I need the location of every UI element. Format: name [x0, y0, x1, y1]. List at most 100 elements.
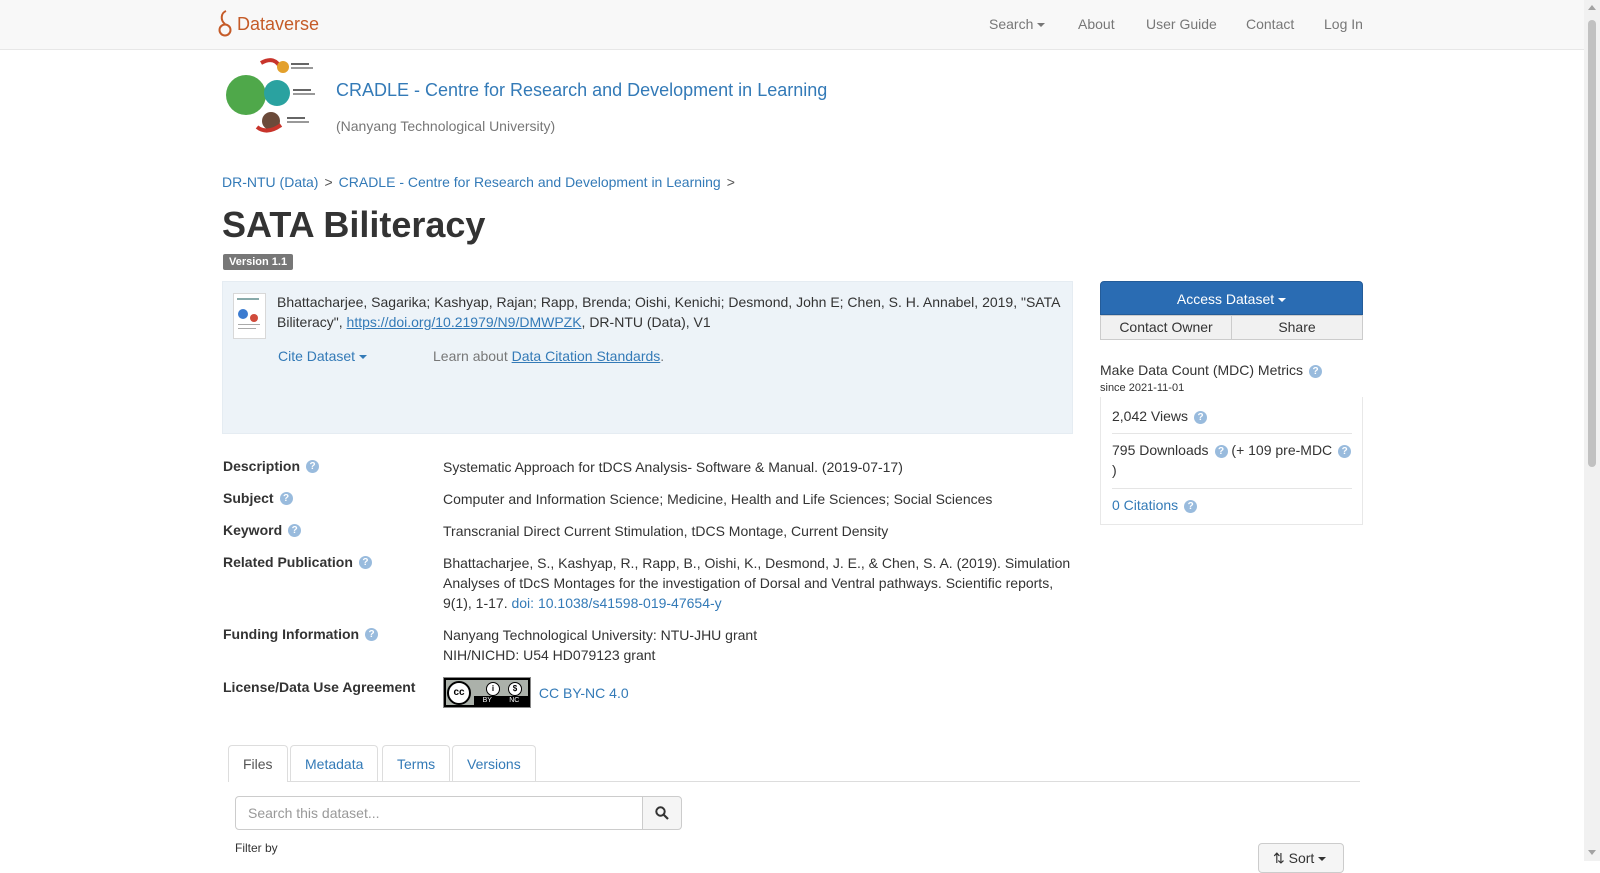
cite-dataset-label: Cite Dataset [278, 348, 356, 364]
dataverse-affiliation: (Nanyang Technological University) [336, 118, 556, 134]
dataverse-title-link[interactable]: CRADLE - Centre for Research and Develop… [336, 80, 827, 101]
access-dataset-button[interactable]: Access Dataset [1100, 281, 1363, 315]
nav-about[interactable]: About [1078, 16, 1115, 32]
pre-mdc-close: ) [1112, 462, 1117, 478]
help-icon[interactable]: ? [1338, 444, 1352, 458]
citation-box: Bhattacharjee, Sagarika; Kashyap, Rajan;… [222, 281, 1073, 434]
learn-prefix: Learn about [433, 348, 512, 364]
downloads-text: 795 Downloads [1112, 442, 1209, 458]
publication-doi-link[interactable]: doi: 10.1038/s41598-019-47654-y [511, 595, 721, 611]
funding-label: Funding Information? [223, 626, 379, 642]
nav-search-label: Search [989, 16, 1034, 32]
cc-by-nc-badge[interactable]: cc i $ BY NC [443, 677, 531, 708]
scroll-up-arrow-icon[interactable] [1588, 5, 1596, 10]
scroll-down-arrow-icon[interactable] [1588, 850, 1596, 855]
caret-down-icon [1278, 298, 1287, 303]
access-dataset-label: Access Dataset [1176, 291, 1275, 307]
nav-login[interactable]: Log In [1324, 16, 1363, 32]
related-publication-label-text: Related Publication [223, 554, 353, 570]
breadcrumb: DR-NTU (Data) > CRADLE - Centre for Resear… [222, 174, 741, 190]
badge-strip: BY NC [474, 696, 528, 705]
help-icon[interactable]: ? [306, 459, 320, 473]
cc-icon: cc [447, 681, 471, 705]
help-icon[interactable]: ? [1309, 364, 1323, 378]
tab-metadata[interactable]: Metadata [290, 745, 379, 781]
dataset-title: SATA Biliteracy [222, 204, 486, 245]
breadcrumb-dataverse-link[interactable]: CRADLE - Centre for Research and Develop… [339, 174, 721, 190]
keyword-value: Transcranial Direct Current Stimulation,… [443, 523, 889, 539]
person-icon: i [486, 682, 500, 696]
downloads-metric: 795 Downloads? (+ 109 pre-MDC?) [1112, 440, 1352, 480]
license-link[interactable]: CC BY-NC 4.0 [539, 685, 629, 701]
funding-line: NIH/NICHD: U54 HD079123 grant [443, 647, 656, 663]
views-metric: 2,042 Views? [1112, 406, 1352, 426]
badge-nc: NC [509, 697, 520, 704]
cite-dataset-dropdown[interactable]: Cite Dataset [278, 348, 368, 364]
brand-link[interactable]: Dataverse [218, 9, 319, 39]
breadcrumb-separator: > [726, 174, 735, 190]
version-badge: Version 1.1 [223, 254, 294, 270]
dataset-tabs: Files Metadata Terms Versions [228, 745, 1360, 782]
divider [1112, 433, 1352, 434]
subject-label: Subject? [223, 490, 293, 506]
data-citation-standards-link[interactable]: Data Citation Standards [512, 348, 661, 364]
dataset-search-button[interactable] [642, 796, 682, 830]
related-publication-value: Bhattacharjee, S., Kashyap, R., Rapp, B.… [443, 553, 1073, 613]
subject-label-text: Subject [223, 490, 274, 506]
funding-value: Nanyang Technological University: NTU-JH… [443, 625, 1073, 665]
related-publication-label: Related Publication? [223, 554, 372, 570]
help-icon[interactable]: ? [279, 491, 293, 505]
citations-link[interactable]: 0 Citations [1112, 497, 1178, 513]
mdc-title-text: Make Data Count (MDC) Metrics [1100, 362, 1304, 378]
citations-metric: 0 Citations? [1112, 495, 1352, 515]
tab-terms[interactable]: Terms [382, 745, 451, 781]
mdc-since: since 2021-11-01 [1100, 382, 1185, 394]
license-label: License/Data Use Agreement [223, 679, 416, 695]
keyword-label: Keyword? [223, 522, 302, 538]
breadcrumb-separator: > [324, 174, 333, 190]
sort-label: Sort [1288, 850, 1315, 866]
help-icon[interactable]: ? [365, 627, 379, 641]
mdc-metrics-box: 2,042 Views? 795 Downloads? (+ 109 pre-M… [1100, 397, 1363, 525]
help-icon[interactable]: ? [1184, 499, 1198, 513]
breadcrumb-root-link[interactable]: DR-NTU (Data) [222, 174, 318, 190]
contact-owner-button[interactable]: Contact Owner [1100, 315, 1232, 340]
description-label: Description? [223, 458, 320, 474]
top-navbar: Dataverse Search About User Guide Contac… [0, 0, 1584, 50]
help-icon[interactable]: ? [1194, 410, 1208, 424]
help-icon[interactable]: ? [288, 523, 302, 537]
nav-contact[interactable]: Contact [1246, 16, 1294, 32]
license-value: cc i $ BY NC CC BY-NC 4.0 [443, 677, 1073, 708]
share-button[interactable]: Share [1232, 315, 1363, 340]
description-label-text: Description [223, 458, 301, 474]
brand-name: Dataverse [237, 13, 320, 34]
citation-learn-text: Learn about Data Citation Standards. [433, 348, 664, 364]
divider [1112, 488, 1352, 489]
page-scrollbar[interactable] [1584, 0, 1600, 861]
scrollbar-thumb[interactable] [1588, 20, 1596, 467]
citation-publisher: , DR-NTU (Data), V1 [581, 314, 711, 330]
pre-mdc-text: (+ 109 pre-MDC [1231, 442, 1333, 458]
subject-value: Computer and Information Science; Medici… [443, 491, 993, 507]
doi-link[interactable]: https://doi.org/10.21979/N9/DMWPZK [347, 314, 582, 330]
description-value: Systematic Approach for tDCS Analysis- S… [443, 459, 903, 475]
cradle-logo[interactable] [223, 55, 319, 135]
tab-versions[interactable]: Versions [452, 745, 536, 781]
sort-dropdown-button[interactable]: ⇅ Sort [1258, 843, 1344, 873]
search-icon [655, 806, 669, 820]
badge-by: BY [482, 697, 492, 704]
non-commercial-icon: $ [508, 682, 522, 696]
nav-user-guide[interactable]: User Guide [1146, 16, 1217, 32]
caret-down-icon [1037, 23, 1046, 28]
views-text: 2,042 Views [1112, 408, 1189, 424]
help-icon[interactable]: ? [358, 555, 372, 569]
funding-label-text: Funding Information [223, 626, 360, 642]
action-button-group: Contact Owner Share [1100, 315, 1363, 340]
nav-search-dropdown[interactable]: Search [989, 16, 1046, 32]
help-icon[interactable]: ? [1214, 444, 1228, 458]
caret-down-icon [359, 355, 368, 360]
filter-by-label: Filter by [235, 841, 278, 855]
mdc-metrics-title: Make Data Count (MDC) Metrics? [1100, 362, 1323, 378]
tab-files[interactable]: Files [228, 745, 288, 782]
dataset-search-input[interactable] [235, 796, 643, 830]
